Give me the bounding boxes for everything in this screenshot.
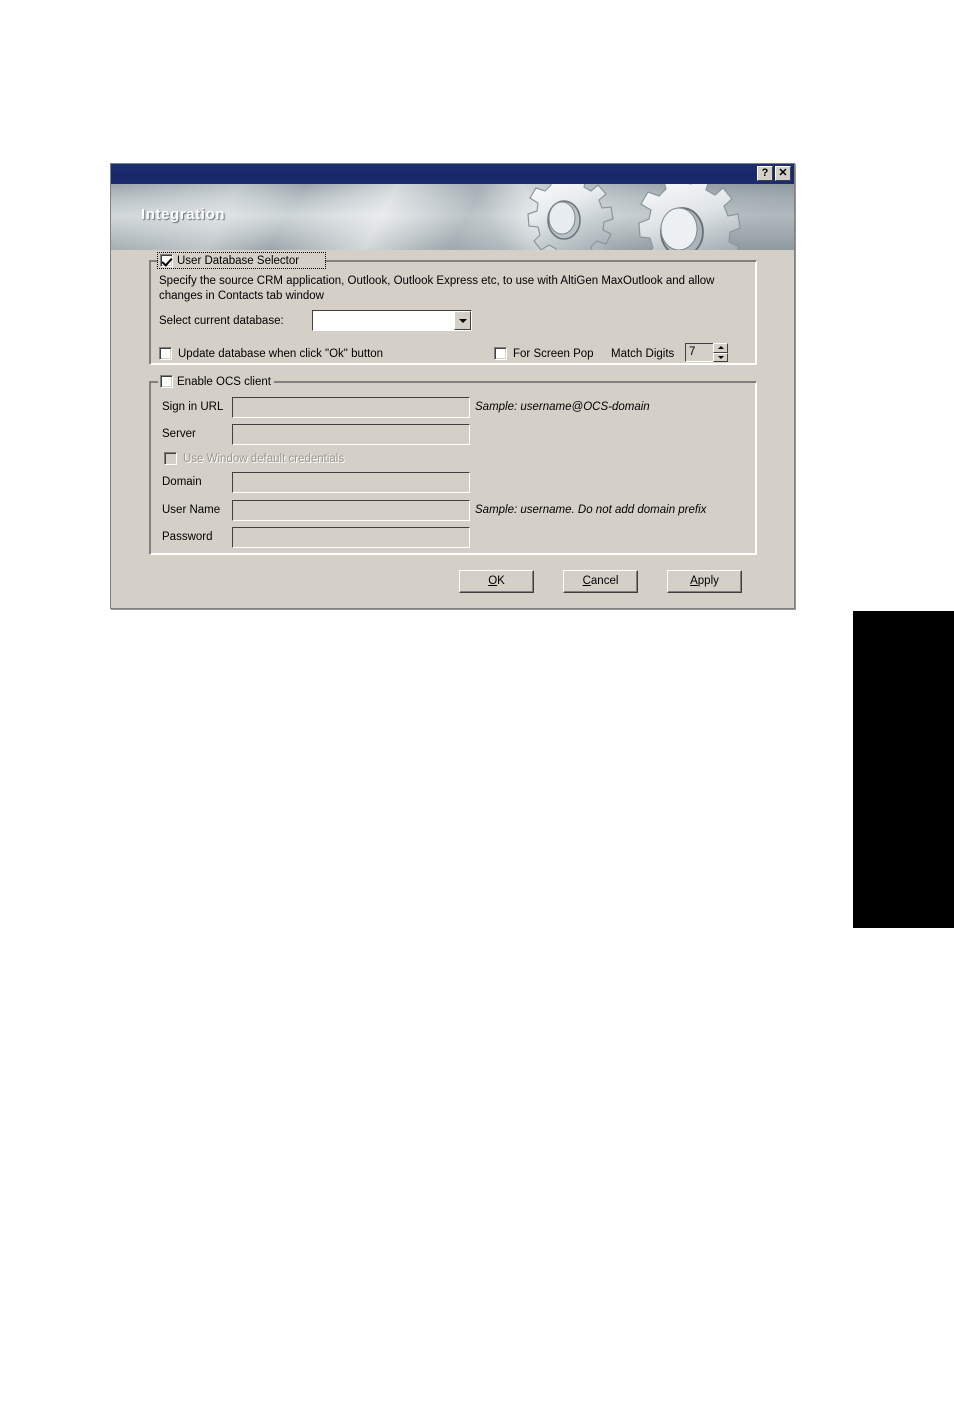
domain-input[interactable] bbox=[232, 472, 470, 493]
domain-label: Domain bbox=[162, 476, 202, 488]
cancel-button-accel: C bbox=[582, 575, 591, 587]
ok-button[interactable]: OK bbox=[459, 570, 534, 593]
gears-icon bbox=[527, 184, 741, 250]
match-digits-value[interactable]: 7 bbox=[685, 343, 713, 362]
update-database-label: Update database when click "Ok" button bbox=[178, 347, 384, 360]
ok-button-accel: O bbox=[488, 575, 498, 587]
use-window-credentials-row: Use Window default credentials bbox=[164, 452, 344, 465]
user-database-description: Specify the source CRM application, Outl… bbox=[159, 275, 715, 302]
select-current-database-combo[interactable] bbox=[312, 310, 472, 331]
user-database-selector-label: User Database Selector bbox=[177, 254, 300, 267]
server-label: Server bbox=[162, 428, 196, 440]
dialog-body: User Database Selector Specify the sourc… bbox=[111, 250, 794, 608]
chevron-down-icon[interactable] bbox=[454, 311, 471, 330]
title-bar-buttons: ? ✕ bbox=[757, 166, 791, 181]
use-window-credentials-label: Use Window default credentials bbox=[183, 452, 345, 465]
server-input[interactable] bbox=[232, 424, 470, 445]
enable-ocs-client-legend[interactable]: Enable OCS client bbox=[158, 374, 274, 389]
ok-button-suffix: K bbox=[497, 575, 505, 587]
sign-in-url-label: Sign in URL bbox=[162, 401, 224, 413]
match-digits-label: Match Digits bbox=[611, 348, 675, 360]
enable-ocs-client-group: Enable OCS client Sign in URL Sample: us… bbox=[149, 374, 757, 555]
for-screen-pop-label: For Screen Pop bbox=[513, 347, 594, 360]
spinner-down-icon[interactable] bbox=[713, 352, 728, 362]
page-title: Integration bbox=[141, 206, 226, 223]
enable-ocs-client-label: Enable OCS client bbox=[177, 375, 271, 388]
apply-button-accel: A bbox=[690, 575, 698, 587]
user-name-input[interactable] bbox=[232, 500, 470, 521]
for-screen-pop-checkbox[interactable] bbox=[494, 347, 507, 360]
black-redaction-block bbox=[853, 611, 954, 928]
apply-button[interactable]: Apply bbox=[667, 570, 742, 593]
select-current-database-value[interactable] bbox=[313, 311, 454, 330]
select-current-database-label: Select current database: bbox=[159, 315, 284, 327]
use-window-credentials-checkbox bbox=[164, 452, 177, 465]
password-label: Password bbox=[162, 531, 213, 543]
integration-dialog: ? ✕ Integration User Database Selector S… bbox=[110, 163, 795, 609]
match-digits-stepper[interactable]: 7 bbox=[685, 343, 728, 362]
help-icon[interactable]: ? bbox=[757, 166, 773, 181]
match-digits-spin-buttons[interactable] bbox=[713, 343, 728, 362]
sign-in-url-sample: Sample: username@OCS-domain bbox=[475, 401, 650, 413]
user-name-label: User Name bbox=[162, 504, 221, 516]
enable-ocs-client-checkbox[interactable] bbox=[160, 375, 173, 388]
cancel-button[interactable]: Cancel bbox=[563, 570, 638, 593]
user-database-selector-checkbox[interactable] bbox=[160, 254, 173, 267]
user-database-selector-group: User Database Selector Specify the sourc… bbox=[149, 252, 757, 365]
banner: Integration bbox=[111, 184, 794, 250]
sign-in-url-input[interactable] bbox=[232, 397, 470, 418]
apply-button-suffix: pply bbox=[697, 575, 719, 587]
title-bar: ? ✕ bbox=[111, 164, 794, 184]
user-database-selector-legend[interactable]: User Database Selector bbox=[156, 252, 327, 269]
update-database-checkbox[interactable] bbox=[159, 347, 172, 360]
close-icon[interactable]: ✕ bbox=[775, 166, 791, 181]
user-name-sample: Sample: username. Do not add domain pref… bbox=[475, 504, 707, 516]
password-input[interactable] bbox=[232, 527, 470, 548]
spinner-up-icon[interactable] bbox=[713, 343, 728, 353]
for-screen-pop-checkbox-row[interactable]: For Screen Pop bbox=[494, 347, 594, 360]
update-database-checkbox-row[interactable]: Update database when click "Ok" button bbox=[159, 347, 383, 360]
cancel-button-suffix: ancel bbox=[590, 575, 619, 587]
